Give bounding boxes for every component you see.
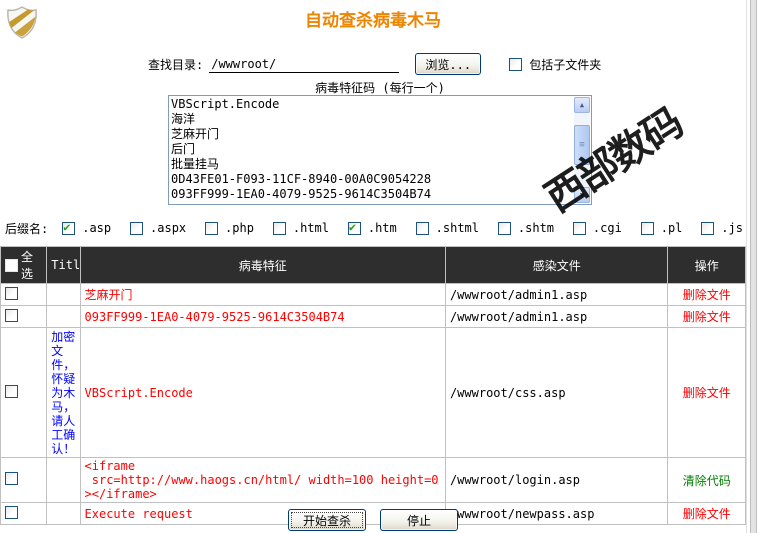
extension-label: .asp — [82, 221, 111, 235]
directory-row: 查找目录: 浏览... 包括子文件夹 — [148, 52, 601, 76]
unchecked-checkbox-icon[interactable] — [130, 222, 143, 235]
row-checkbox[interactable] — [5, 472, 18, 485]
unchecked-checkbox-icon[interactable] — [273, 222, 286, 235]
start-scan-button[interactable]: 开始查杀 — [288, 509, 366, 531]
extension-checkbox-shtm[interactable]: .shtm — [498, 221, 554, 235]
extensions-row: 后缀名: .asp .aspx .php .html .htm .shtml .shtm .c… — [5, 219, 743, 237]
unchecked-checkbox-icon[interactable] — [498, 222, 511, 235]
scroll-up-button[interactable]: ▲ — [574, 97, 590, 113]
include-subfolders-label: 包括子文件夹 — [529, 56, 601, 73]
extension-label: .cgi — [593, 221, 622, 235]
extension-label: .php — [225, 221, 254, 235]
signatures-label: 病毒特征码 (每行一个) — [0, 79, 760, 96]
infected-file-path: /wwwroot/admin1.asp — [445, 306, 667, 328]
page-scrollbar-track[interactable] — [746, 0, 760, 533]
delete-file-link[interactable]: 删除文件 — [683, 288, 731, 302]
extension-checkbox-php[interactable]: .php — [205, 221, 254, 235]
unchecked-checkbox-icon[interactable] — [573, 222, 586, 235]
extension-checkbox-htm[interactable]: .htm — [348, 221, 397, 235]
extension-checkbox-js[interactable]: .js — [701, 221, 743, 235]
bottom-buttons: 开始查杀 停止 — [0, 509, 746, 531]
scrollbar-groove — [750, 0, 757, 533]
infected-file-path: /wwwroot/css.asp — [445, 328, 667, 458]
col-header-action: 操作 — [668, 247, 746, 284]
row-title — [47, 458, 80, 503]
extension-label: .pl — [661, 221, 683, 235]
extension-label: .html — [293, 221, 329, 235]
row-checkbox[interactable] — [5, 385, 18, 398]
virus-signature: <iframe src=http://www.haogs.cn/html/ wi… — [80, 458, 445, 503]
infected-file-path: /wwwroot/login.asp — [445, 458, 667, 503]
scan-results-table: 全选 Title 病毒特征 感染文件 操作 芝麻开门 /wwwroot/admi… — [0, 246, 746, 525]
extension-label: .js — [721, 221, 743, 235]
table-header-row: 全选 Title 病毒特征 感染文件 操作 — [1, 247, 746, 284]
extensions-label: 后缀名: — [5, 220, 48, 237]
select-all-checkbox[interactable] — [5, 259, 18, 272]
extension-label: .shtml — [436, 221, 479, 235]
extension-label: .aspx — [150, 221, 186, 235]
col-header-title: Title — [47, 247, 80, 284]
scrollbar-thumb[interactable]: ≡ — [574, 125, 590, 165]
signatures-text[interactable]: VBScript.Encode 海洋 芝麻开门 后门 批量挂马 0D43FE01… — [171, 97, 573, 203]
select-all-label: 全选 — [21, 248, 42, 282]
row-title — [47, 284, 80, 306]
checked-checkbox-icon[interactable] — [62, 222, 75, 235]
extension-checkbox-asp[interactable]: .asp — [62, 221, 111, 235]
row-checkbox[interactable] — [5, 287, 18, 300]
table-row: <iframe src=http://www.haogs.cn/html/ wi… — [1, 458, 746, 503]
virus-signature: 芝麻开门 — [80, 284, 445, 306]
row-checkbox[interactable] — [5, 309, 18, 322]
stop-button[interactable]: 停止 — [380, 509, 458, 531]
extension-checkbox-html[interactable]: .html — [273, 221, 329, 235]
table-row: 芝麻开门 /wwwroot/admin1.asp 删除文件 — [1, 284, 746, 306]
extension-label: .shtm — [518, 221, 554, 235]
directory-input[interactable] — [209, 55, 399, 73]
infected-file-path: /wwwroot/admin1.asp — [445, 284, 667, 306]
virus-signature: VBScript.Encode — [80, 328, 445, 458]
signatures-textarea[interactable]: VBScript.Encode 海洋 芝麻开门 后门 批量挂马 0D43FE01… — [168, 95, 592, 205]
scroll-down-button[interactable]: ▼ — [574, 187, 590, 203]
include-subfolders-checkbox[interactable] — [509, 58, 522, 71]
clean-code-link[interactable]: 清除代码 — [683, 474, 731, 488]
unchecked-checkbox-icon[interactable] — [205, 222, 218, 235]
delete-file-link[interactable]: 删除文件 — [683, 310, 731, 324]
unchecked-checkbox-icon[interactable] — [701, 222, 714, 235]
directory-label: 查找目录: — [148, 56, 203, 73]
extension-checkbox-shtml[interactable]: .shtml — [416, 221, 479, 235]
row-title — [47, 306, 80, 328]
col-header-infected-file: 感染文件 — [445, 247, 667, 284]
extension-checkbox-pl[interactable]: .pl — [641, 221, 683, 235]
virus-signature: 093FF999-1EA0-4079-9525-9614C3504B74 — [80, 306, 445, 328]
col-header-signature: 病毒特征 — [80, 247, 445, 284]
table-row: 加密文件，怀疑为木马，请人工确认！ VBScript.Encode /wwwro… — [1, 328, 746, 458]
checked-checkbox-icon[interactable] — [348, 222, 361, 235]
unchecked-checkbox-icon[interactable] — [416, 222, 429, 235]
row-title-note: 加密文件，怀疑为木马，请人工确认！ — [47, 328, 80, 458]
extension-checkbox-aspx[interactable]: .aspx — [130, 221, 186, 235]
delete-file-link[interactable]: 删除文件 — [683, 386, 731, 400]
extension-label: .htm — [368, 221, 397, 235]
table-row: 093FF999-1EA0-4079-9525-9614C3504B74 /ww… — [1, 306, 746, 328]
page-title: 自动查杀病毒木马 — [0, 6, 746, 31]
unchecked-checkbox-icon[interactable] — [641, 222, 654, 235]
browse-button[interactable]: 浏览... — [415, 53, 481, 75]
extension-checkbox-cgi[interactable]: .cgi — [573, 221, 622, 235]
textarea-scrollbar[interactable]: ▲ ≡ ▼ — [574, 97, 590, 203]
